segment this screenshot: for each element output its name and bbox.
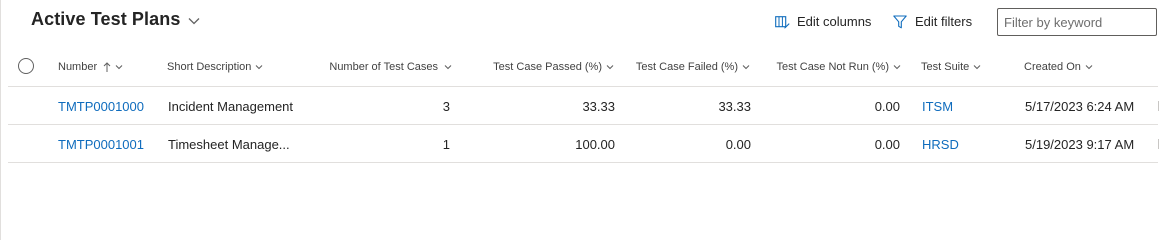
chevron-down-icon xyxy=(893,65,901,70)
column-header-test-case-not-run[interactable]: Test Case Not Run (%) xyxy=(740,48,901,86)
page-title: Active Test Plans xyxy=(31,9,181,29)
grid-header: Number Short Description Number of Test … xyxy=(0,48,1166,86)
row-divider xyxy=(8,162,1158,163)
test-suite-link[interactable]: ITSM xyxy=(922,87,953,125)
column-header-number[interactable]: Number xyxy=(58,48,123,86)
column-header-label: Test Case Passed (%) xyxy=(493,61,602,73)
passed-percent-cell: 100.00 xyxy=(575,136,615,152)
passed-percent-cell: 33.33 xyxy=(582,98,615,114)
chevron-down-icon xyxy=(444,65,452,70)
column-header-short-description[interactable]: Short Description xyxy=(167,48,263,86)
edit-filters-label: Edit filters xyxy=(915,14,973,29)
column-header-label: Created On xyxy=(1024,61,1081,73)
test-cases-count-cell: 3 xyxy=(442,98,450,114)
row-end-marker xyxy=(1158,139,1159,149)
view-selector[interactable]: Active Test Plans xyxy=(31,9,200,30)
failed-percent-cell: 0.00 xyxy=(725,136,751,152)
test-plan-number-link[interactable]: TMTP0001001 xyxy=(58,125,144,163)
edit-columns-label: Edit columns xyxy=(797,14,872,29)
not-run-percent-cell: 0.00 xyxy=(874,98,900,114)
column-header-label: Number of Test Cases xyxy=(329,61,438,73)
chevron-down-icon xyxy=(973,65,981,70)
filter-icon xyxy=(893,14,907,28)
table-row[interactable]: TMTP0001000 Incident Management 3 33.33 … xyxy=(0,87,1166,125)
column-header-label: Test Case Failed (%) xyxy=(635,61,738,73)
chevron-down-icon xyxy=(1085,65,1093,70)
select-all-checkbox[interactable] xyxy=(18,58,34,74)
chevron-down-icon xyxy=(115,65,123,70)
test-plan-number-link[interactable]: TMTP0001000 xyxy=(58,87,144,125)
chevron-down-icon xyxy=(255,65,263,70)
chevron-down-icon xyxy=(188,17,200,25)
column-header-number-of-test-cases[interactable]: Number of Test Cases xyxy=(300,48,452,86)
created-on-cell: 5/17/2023 6:24 AM xyxy=(1025,98,1135,114)
column-header-created-on[interactable]: Created On xyxy=(1024,48,1093,86)
test-suite-link[interactable]: HRSD xyxy=(922,125,959,163)
failed-percent-cell: 33.33 xyxy=(718,98,751,114)
column-header-label: Short Description xyxy=(167,61,252,73)
edit-filters-button[interactable]: Edit filters xyxy=(893,14,972,29)
column-header-label: Test Case Not Run (%) xyxy=(776,61,889,73)
column-header-test-case-passed[interactable]: Test Case Passed (%) xyxy=(460,48,614,86)
column-header-label: Test Suite xyxy=(921,61,970,73)
row-end-marker xyxy=(1158,101,1159,111)
column-header-test-case-failed[interactable]: Test Case Failed (%) xyxy=(600,48,750,86)
column-header-test-suite[interactable]: Test Suite xyxy=(921,48,981,86)
table-row[interactable]: TMTP0001001 Timesheet Manage... 1 100.00… xyxy=(0,125,1166,163)
short-description-cell: Incident Management xyxy=(168,98,294,114)
filter-keyword-input[interactable] xyxy=(997,8,1157,36)
sort-ascending-icon xyxy=(103,61,111,72)
column-header-label: Number xyxy=(58,61,98,73)
not-run-percent-cell: 0.00 xyxy=(874,136,900,152)
created-on-cell: 5/19/2023 9:17 AM xyxy=(1025,136,1135,152)
short-description-cell: Timesheet Manage... xyxy=(168,136,290,152)
test-cases-count-cell: 1 xyxy=(442,136,450,152)
edit-columns-icon xyxy=(775,15,790,28)
edit-columns-button[interactable]: Edit columns xyxy=(775,14,871,29)
